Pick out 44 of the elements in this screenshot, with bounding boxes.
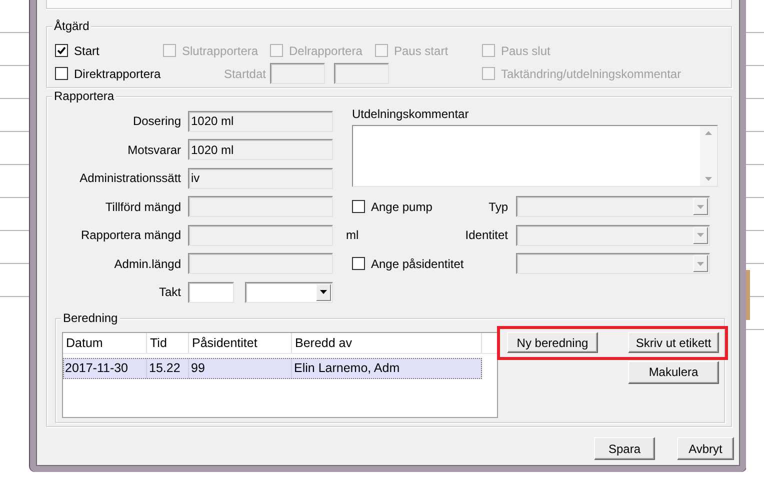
caret-icon	[697, 262, 704, 266]
button[interactable]: Makulera	[628, 360, 719, 384]
scroll-up-icon[interactable]	[705, 131, 712, 135]
button[interactable]: Ny beredning	[507, 332, 598, 353]
field-label: Rapportera mängd	[80, 228, 182, 242]
table-cell: 2017-11-30	[63, 358, 147, 378]
button[interactable]: Skriv ut etikett	[628, 332, 719, 353]
checkbox[interactable]: Ange pump	[352, 198, 456, 215]
field-label: Startdat	[222, 66, 266, 80]
column-header[interactable]: Påsidentitet	[189, 332, 292, 352]
checkbox[interactable]: Start	[55, 42, 163, 58]
field-label: Dosering	[132, 114, 182, 128]
column-header[interactable]: Tid	[147, 332, 189, 352]
button[interactable]: Avbryt	[677, 437, 734, 460]
scrollbar[interactable]	[700, 126, 717, 186]
column-header[interactable]: Beredd av	[292, 332, 482, 352]
checkbox[interactable]: Direktrapportera	[55, 66, 163, 82]
field-label: Utdelningskommentar	[352, 107, 470, 121]
table-cell: 15.22	[147, 358, 189, 378]
group-title: Rapportera	[52, 89, 116, 103]
field-label: Typ	[488, 200, 509, 214]
field-label: Takt	[158, 285, 182, 300]
field-label: Identitet	[464, 228, 509, 242]
field-label: Administrationssätt	[78, 171, 182, 186]
check-icon	[57, 46, 66, 55]
caret-icon	[320, 290, 327, 294]
field-label: Tillförd mängd	[104, 200, 182, 214]
dropdown[interactable]	[245, 282, 333, 303]
caret-icon	[697, 204, 704, 209]
unit-label: ml	[346, 227, 359, 244]
table-cell: 99	[189, 358, 292, 378]
table-cell: Elin Larnemo, Adm	[292, 358, 482, 378]
button[interactable]: Spara	[594, 437, 655, 460]
input-field[interactable]	[188, 282, 234, 303]
field-label: Admin.längd	[113, 256, 182, 271]
scroll-down-icon[interactable]	[705, 177, 712, 181]
checkbox[interactable]: Ange påsidentitet	[352, 256, 516, 272]
table-row[interactable]: 2017-11-30 15.22 99 Elin Larnemo, Adm	[63, 358, 482, 378]
column-header[interactable]: Datum	[63, 332, 147, 352]
group-title: Åtgärd	[52, 19, 92, 33]
caret-icon	[697, 233, 704, 238]
text-area[interactable]	[352, 125, 718, 187]
group-title: Beredning	[61, 310, 120, 324]
field-label: Motsvarar	[126, 142, 182, 157]
